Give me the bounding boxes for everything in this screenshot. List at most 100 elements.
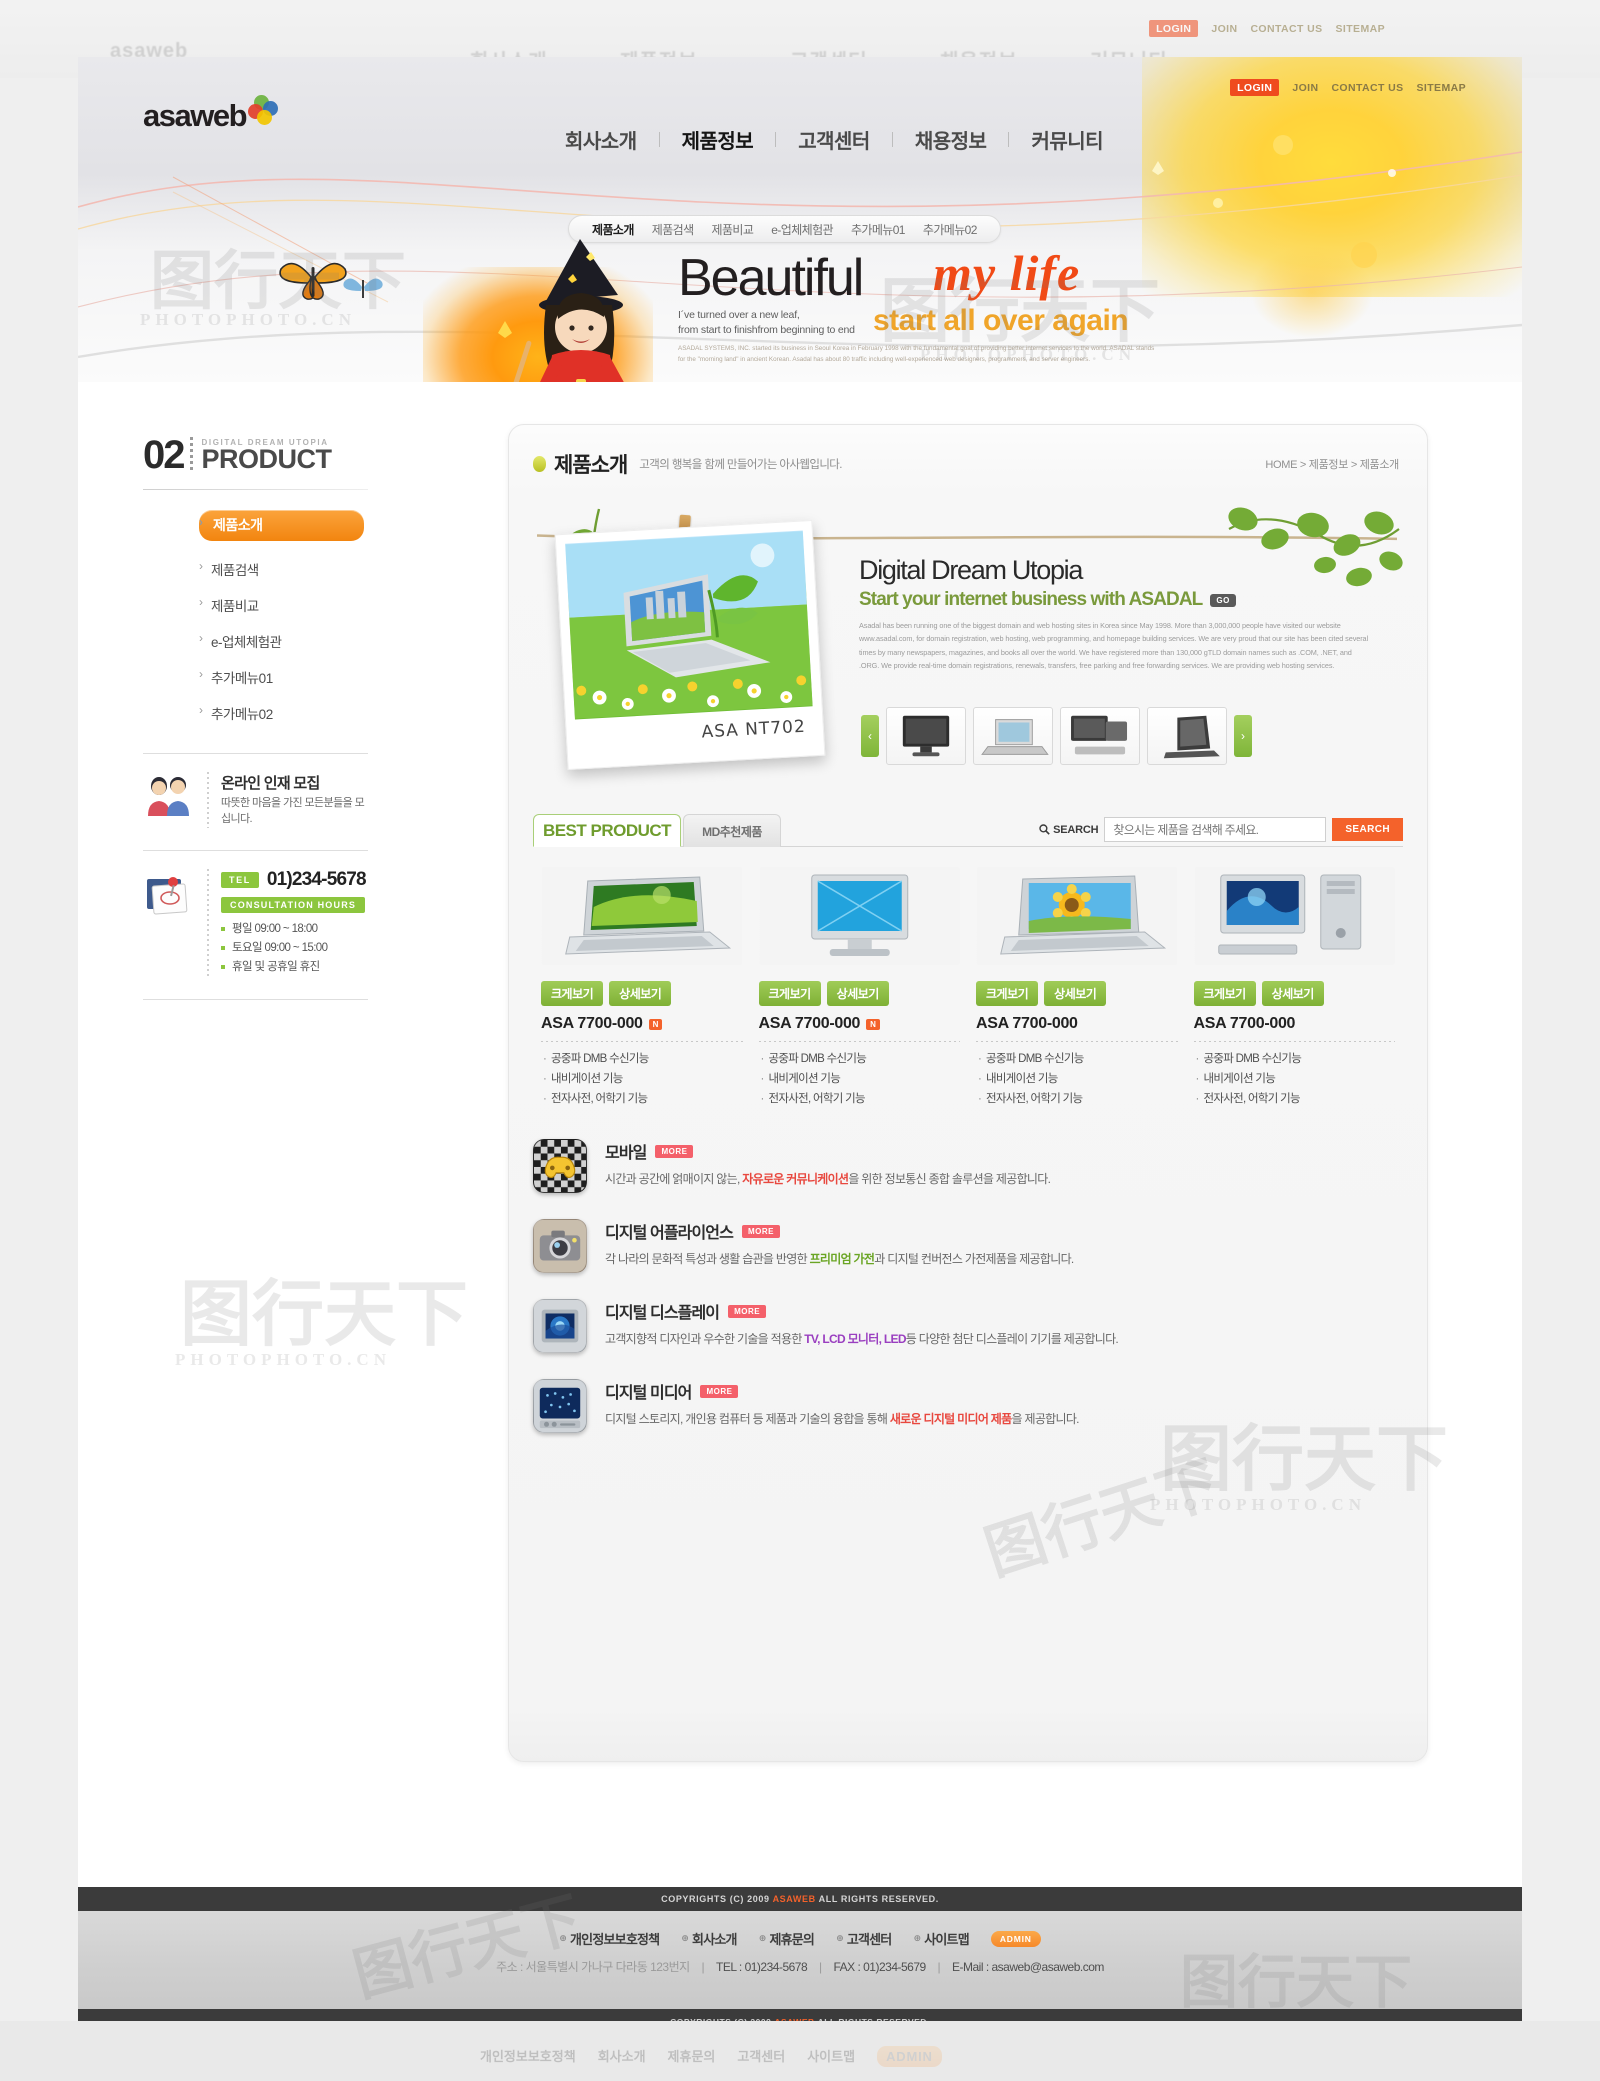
tab-best-product[interactable]: BEST PRODUCT: [533, 814, 681, 847]
ghost-footer-link-4: 고객센터: [737, 2049, 786, 2064]
ghost-footer-link-2: 회사소개: [597, 2049, 646, 2064]
monitor-icon: [902, 715, 950, 757]
product-model: ASA 7700-000 N: [759, 1015, 961, 1033]
sidebar-item-extra-02[interactable]: 추가메뉴02: [199, 695, 368, 731]
thumbnail-item[interactable]: [1147, 707, 1227, 765]
category-header: 디지털 어플라이언스 MORE: [605, 1219, 1074, 1243]
sidebar-separator: [143, 753, 368, 754]
page-title-bullet-icon: [533, 456, 546, 472]
product-image[interactable]: [541, 867, 743, 965]
category-more-button[interactable]: MORE: [655, 1144, 694, 1158]
footer-link-partnership[interactable]: 제휴문의: [759, 1929, 814, 1948]
laptop-dark-icon: [1163, 715, 1220, 759]
subnav-item-extra-02[interactable]: 추가메뉴02: [914, 221, 986, 238]
sidebar-contact-banner: TEL 01)234-5678 CONSULTATION HOURS 평일 09…: [143, 868, 368, 977]
category-text-highlight: 새로운 디지털 미디어 제품: [889, 1412, 1012, 1427]
thumbnail-next-button[interactable]: ›: [1234, 715, 1252, 757]
view-large-button[interactable]: 크게보기: [1193, 981, 1256, 1006]
hours-item: 휴일 및 공휴일 휴진: [221, 958, 368, 977]
nav-item-recruit[interactable]: 채용정보: [893, 125, 1009, 154]
sidebar-recruit-banner[interactable]: 온라인 인재 모집 따뜻한 마음을 가진 모든분들을 모십니다.: [143, 772, 368, 828]
nav-item-community[interactable]: 커뮤니티: [1009, 125, 1125, 154]
join-link[interactable]: JOIN: [1292, 82, 1318, 94]
footer-link-privacy[interactable]: 개인정보보호정책: [559, 1929, 660, 1948]
thumbnail-item[interactable]: [973, 707, 1053, 765]
view-detail-button[interactable]: 상세보기: [609, 981, 672, 1006]
footer-divider: |: [937, 1960, 941, 1974]
product-features: 공중파 DMB 수신기능 내비게이션 기능 전자사전, 어학기 기능: [976, 1049, 1178, 1110]
sidebar-section-name: PRODUCT: [201, 444, 333, 475]
nav-item-company[interactable]: 회사소개: [543, 125, 659, 154]
gamepad-icon: [533, 1139, 587, 1194]
product-image[interactable]: [759, 867, 961, 965]
search-input[interactable]: [1104, 817, 1327, 842]
product-buttons: 크게보기 상세보기: [976, 981, 1178, 1006]
nav-item-customer[interactable]: 고객센터: [776, 125, 892, 154]
footer-link-customer[interactable]: 고객센터: [836, 1929, 892, 1948]
sitemap-link[interactable]: SITEMAP: [1417, 82, 1466, 94]
sidebar-section-number: 02: [143, 433, 185, 477]
sidebar-item-intro[interactable]: 제품소개: [199, 510, 364, 541]
footer-link-company[interactable]: 회사소개: [681, 1929, 737, 1948]
search-icon: [1039, 824, 1050, 835]
product-divider: [758, 1041, 960, 1042]
footer-contact-line: 주소 : 서울특별시 가나구 다라동 123번지 | TEL : 01)234-…: [78, 1958, 1522, 1975]
product-features: 공중파 DMB 수신기능 내비게이션 기능 전자사전, 어학기 기능: [1194, 1049, 1396, 1110]
category-title: 디지털 어플라이언스: [605, 1225, 734, 1243]
hours-item: 토요일 09:00 ~ 15:00: [221, 939, 368, 958]
sidebar-item-experience[interactable]: e-업체체험관: [199, 623, 368, 659]
view-detail-button[interactable]: 상세보기: [1044, 981, 1107, 1006]
sidebar-menu: 제품소개 제품검색 제품비교 e-업체체험관 추가메뉴01 추가메뉴02: [143, 510, 368, 731]
feature-heading: Digital Dream Utopia: [859, 555, 1083, 585]
product-model-text: ASA 7700-000: [758, 1015, 861, 1032]
product-feature: 전자사전, 어학기 기능: [976, 1089, 1178, 1109]
product-new-badge: N: [866, 1018, 880, 1030]
category-more-button[interactable]: MORE: [728, 1304, 767, 1318]
hero-title-accent: start all over again: [873, 304, 1129, 337]
feature-go-button[interactable]: GO: [1210, 593, 1236, 607]
category-text-highlight: 프리미엄 가전: [809, 1252, 875, 1267]
login-button[interactable]: LOGIN: [1230, 79, 1280, 96]
footer-link-sitemap[interactable]: 사이트맵: [913, 1929, 969, 1948]
thumbnail-item[interactable]: [1060, 707, 1140, 765]
product-image[interactable]: [1194, 867, 1396, 965]
subnav-item-experience[interactable]: e-업체체험관: [762, 221, 842, 238]
view-large-button[interactable]: 크게보기: [758, 981, 821, 1006]
product-image[interactable]: [976, 867, 1178, 965]
admin-button[interactable]: ADMIN: [990, 1930, 1041, 1947]
category-text-after: 을 제공합니다.: [1011, 1412, 1080, 1427]
product-feature: 전자사전, 어학기 기능: [541, 1089, 743, 1109]
ghost-footer-link-3: 제휴문의: [667, 2049, 716, 2064]
copyright-top-pre: COPYRIGHTS (C) 2009: [661, 1894, 770, 1904]
sidebar-item-compare[interactable]: 제품비교: [199, 587, 368, 623]
feature-subheading: Start your internet business with ASADAL: [859, 589, 1203, 610]
footer-email: E-Mail : asaweb@asaweb.com: [952, 1960, 1104, 1974]
category-more-button[interactable]: MORE: [741, 1224, 780, 1238]
hero-copy: Beautiful my life start all over again I…: [678, 245, 1158, 365]
category-title: 디지털 미디어: [605, 1385, 692, 1403]
view-detail-button[interactable]: 상세보기: [1261, 981, 1324, 1006]
feature-photo-card[interactable]: ASA NT702: [554, 519, 826, 771]
thumbnail-item[interactable]: [886, 707, 966, 765]
nav-item-product[interactable]: 제품정보: [660, 125, 776, 154]
view-large-button[interactable]: 크게보기: [541, 981, 604, 1006]
category-header: 디지털 디스플레이 MORE: [605, 1299, 1118, 1323]
product-feature: 전자사전, 어학기 기능: [1194, 1089, 1396, 1109]
product-tabs-row: BEST PRODUCT MD추천제품 SEARCH SEARCH: [533, 801, 1403, 847]
contact-us-link[interactable]: CONTACT US: [1331, 82, 1403, 94]
view-detail-button[interactable]: 상세보기: [826, 981, 889, 1006]
site-logo[interactable]: asaweb: [143, 95, 279, 131]
sidebar-item-search[interactable]: 제품검색: [199, 551, 368, 587]
ghost-sitemap: SITEMAP: [1335, 22, 1385, 35]
site-header: asaweb LOGIN JOIN CONTACT US SITEMAP 회사소…: [78, 57, 1522, 382]
category-more-button[interactable]: MORE: [700, 1384, 739, 1398]
copyright-top-post: ALL RIGHTS RESERVED.: [818, 1894, 939, 1904]
sidebar-item-extra-01[interactable]: 추가메뉴01: [199, 659, 368, 695]
subnav-item-extra-01[interactable]: 추가메뉴01: [842, 221, 914, 238]
tab-md-recommend[interactable]: MD추천제품: [683, 814, 781, 847]
thumbnail-prev-button[interactable]: ‹: [861, 715, 879, 757]
subnav-item-compare[interactable]: 제품비교: [703, 221, 763, 238]
view-large-button[interactable]: 크게보기: [976, 981, 1039, 1006]
global-nav: 회사소개 제품정보 고객센터 채용정보 커뮤니티: [543, 125, 1125, 154]
search-button[interactable]: SEARCH: [1332, 818, 1403, 841]
